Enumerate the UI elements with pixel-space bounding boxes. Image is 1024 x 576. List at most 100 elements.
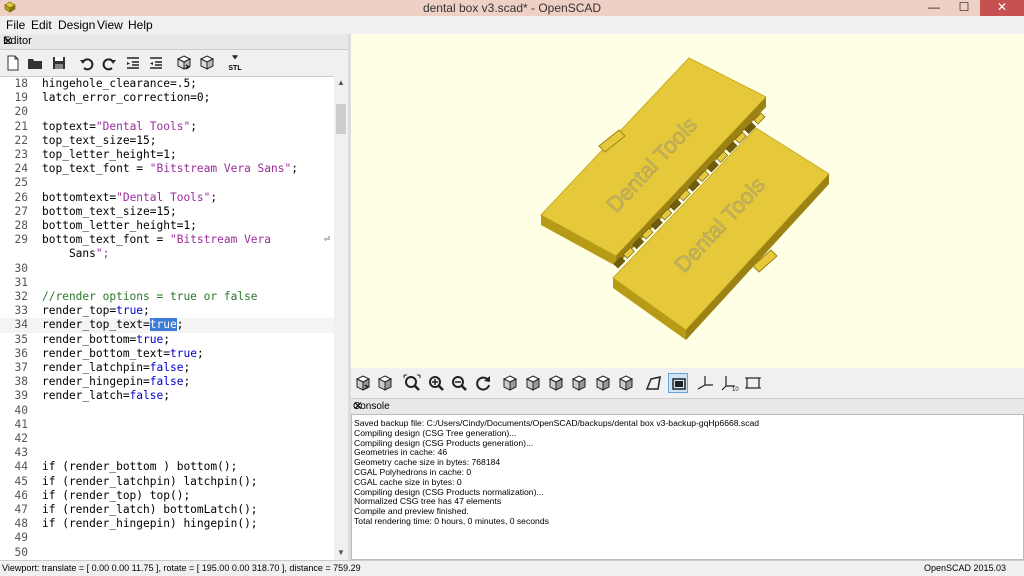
code-line[interactable]: 19 latch_error_correction=0; bbox=[0, 91, 334, 105]
show-scale-markers-icon[interactable]: 10 bbox=[720, 373, 740, 393]
view-back-icon[interactable] bbox=[616, 373, 636, 393]
editor-scrollbar[interactable]: ▲ ▼ bbox=[334, 76, 348, 560]
code-line[interactable]: 34 render_top_text=true; bbox=[0, 318, 334, 333]
code-line[interactable]: 46 if (render_top) top(); bbox=[0, 489, 334, 503]
code-text: render_top=true; bbox=[42, 304, 150, 318]
code-line[interactable]: 42 bbox=[0, 432, 334, 446]
line-number: 29 bbox=[14, 233, 28, 247]
zoom-out-icon[interactable] bbox=[449, 373, 469, 393]
line-number: 33 bbox=[14, 304, 28, 318]
zoom-in-icon[interactable] bbox=[426, 373, 446, 393]
line-number: 44 bbox=[14, 460, 28, 474]
render-icon[interactable] bbox=[375, 373, 395, 393]
menu-edit[interactable]: Edit bbox=[31, 16, 52, 34]
unindent-icon[interactable] bbox=[123, 53, 143, 73]
code-line[interactable]: 28 bottom_letter_height=1; bbox=[0, 219, 334, 233]
code-line[interactable]: 35 render_bottom=true; bbox=[0, 333, 334, 347]
code-line[interactable]: 36 render_bottom_text=true; bbox=[0, 347, 334, 361]
code-line[interactable]: 38 render_hingepin=false; bbox=[0, 375, 334, 389]
save-icon[interactable] bbox=[49, 53, 69, 73]
code-line[interactable]: 50 bbox=[0, 546, 334, 560]
code-line[interactable]: 43 bbox=[0, 446, 334, 460]
orthogonal-icon[interactable] bbox=[668, 373, 688, 393]
indent-icon[interactable] bbox=[146, 53, 166, 73]
code-line[interactable]: 24 top_text_font = "Bitstream Vera Sans"; bbox=[0, 162, 334, 176]
code-line[interactable]: 39 render_latch=false; bbox=[0, 389, 334, 403]
code-line[interactable]: 48 if (render_hingepin) hingepin(); bbox=[0, 517, 334, 531]
console-dock-title: Console ✕ bbox=[351, 398, 1024, 414]
view-top-icon[interactable] bbox=[523, 373, 543, 393]
view-bottom-icon[interactable] bbox=[546, 373, 566, 393]
view-front-icon[interactable] bbox=[593, 373, 613, 393]
line-number: 36 bbox=[14, 346, 28, 360]
line-number: 27 bbox=[14, 204, 28, 218]
show-edges-icon[interactable] bbox=[743, 373, 763, 393]
code-line[interactable]: 47 if (render_latch) bottomLatch(); bbox=[0, 503, 334, 517]
line-number: 50 bbox=[14, 545, 28, 559]
code-line[interactable]: 22 top_text_size=15; bbox=[0, 134, 334, 148]
code-text: bottomtext="Dental Tools"; bbox=[42, 190, 218, 204]
close-window-button[interactable]: ✕ bbox=[980, 0, 1024, 16]
code-line[interactable]: 45 if (render_latchpin) latchpin(); bbox=[0, 475, 334, 489]
render-icon[interactable] bbox=[197, 53, 217, 73]
redo-icon[interactable] bbox=[99, 53, 119, 73]
menu-view[interactable]: View bbox=[97, 16, 123, 34]
line-number: 32 bbox=[14, 290, 28, 303]
3d-viewport[interactable]: Dental Tools Dental Tools bbox=[351, 34, 1024, 368]
code-editor[interactable]: 18 hingehole_clearance=.5; 19 latch_error_c… bbox=[0, 76, 334, 560]
code-line[interactable]: 25 bbox=[0, 176, 334, 190]
code-text: //render options = true or false bbox=[42, 290, 258, 303]
code-line[interactable]: Sans"; bbox=[0, 247, 334, 261]
code-line[interactable]: 32 //render options = true or false bbox=[0, 290, 334, 304]
code-line[interactable]: 30 bbox=[0, 262, 334, 276]
line-number: 25 bbox=[14, 176, 28, 190]
code-line[interactable]: 31 bbox=[0, 276, 334, 290]
code-line[interactable]: 21 toptext="Dental Tools"; bbox=[0, 120, 334, 134]
show-axes-icon[interactable] bbox=[695, 373, 715, 393]
line-number: 24 bbox=[14, 162, 28, 176]
new-file-icon[interactable] bbox=[3, 53, 23, 73]
code-line[interactable]: 37 render_latchpin=false; bbox=[0, 361, 334, 375]
code-line[interactable]: 40 bbox=[0, 404, 334, 418]
minimize-button[interactable]: — bbox=[920, 0, 948, 16]
code-line[interactable]: 33 render_top=true; bbox=[0, 304, 334, 318]
line-number: 46 bbox=[14, 488, 28, 502]
view-right-icon[interactable] bbox=[500, 373, 520, 393]
code-line[interactable]: 27 bottom_text_size=15; bbox=[0, 205, 334, 219]
code-line[interactable]: 18 hingehole_clearance=.5; bbox=[0, 77, 334, 91]
close-editor-button[interactable]: ✕ bbox=[3, 34, 344, 48]
code-line[interactable]: 49 bbox=[0, 531, 334, 545]
status-bar: Viewport: translate = [ 0.00 0.00 11.75 … bbox=[0, 560, 1024, 576]
line-number: 18 bbox=[14, 77, 28, 90]
code-line[interactable]: 20 bbox=[0, 105, 334, 119]
menu-help[interactable]: Help bbox=[128, 16, 153, 34]
view-left-icon[interactable] bbox=[569, 373, 589, 393]
code-line[interactable]: 23 top_letter_height=1; bbox=[0, 148, 334, 162]
scroll-down-arrow-icon[interactable]: ▼ bbox=[334, 546, 348, 560]
undo-icon[interactable] bbox=[77, 53, 97, 73]
code-text: render_bottom=true; bbox=[42, 332, 170, 346]
code-line[interactable]: 41 bbox=[0, 418, 334, 432]
console-output[interactable]: Saved backup file: C:/Users/Cindy/Docume… bbox=[351, 414, 1024, 560]
zoom-all-icon[interactable] bbox=[402, 373, 422, 393]
close-console-button[interactable]: ✕ bbox=[353, 399, 1020, 413]
maximize-button[interactable]: ☐ bbox=[950, 0, 978, 16]
preview-icon[interactable] bbox=[174, 53, 194, 73]
perspective-icon[interactable] bbox=[643, 373, 663, 393]
menu-design[interactable]: Design bbox=[58, 16, 95, 34]
preview-icon[interactable] bbox=[353, 373, 373, 393]
code-text: Sans"; bbox=[42, 247, 110, 261]
line-number: 39 bbox=[14, 389, 28, 403]
console-line: Total rendering time: 0 hours, 0 minutes… bbox=[354, 516, 549, 526]
reset-view-icon[interactable] bbox=[473, 373, 493, 393]
code-line[interactable]: 29 bottom_text_font = "Bitstream Vera ⏎ bbox=[0, 233, 334, 247]
code-line[interactable]: 44 if (render_bottom ) bottom(); bbox=[0, 460, 334, 474]
export-stl-icon[interactable]: STL bbox=[225, 53, 245, 73]
open-file-icon[interactable] bbox=[25, 53, 45, 73]
scroll-up-arrow-icon[interactable]: ▲ bbox=[334, 76, 348, 90]
scrollbar-thumb[interactable] bbox=[336, 104, 346, 134]
code-line[interactable]: 26 bottomtext="Dental Tools"; bbox=[0, 191, 334, 205]
line-number: 48 bbox=[14, 517, 28, 531]
menu-file[interactable]: File bbox=[6, 16, 25, 34]
code-text: hingehole_clearance=.5; bbox=[42, 77, 197, 90]
